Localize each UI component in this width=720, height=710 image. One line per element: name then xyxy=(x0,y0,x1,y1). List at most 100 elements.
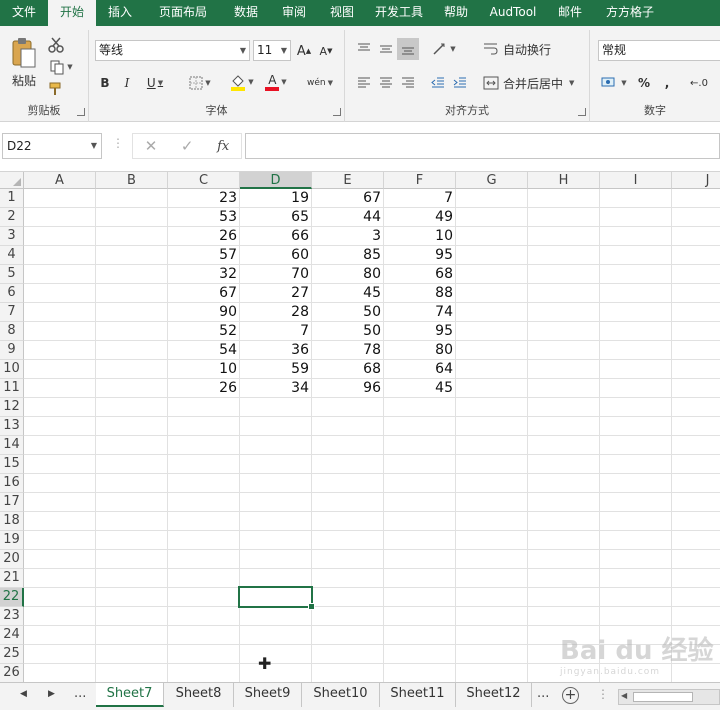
active-cell-selection[interactable] xyxy=(238,586,315,610)
align-left-icon[interactable] xyxy=(355,74,373,92)
tab-split-handle-icon[interactable]: ⋮ xyxy=(597,687,609,701)
row-header-14[interactable]: 14 xyxy=(0,436,24,455)
sheet-tab-sheet11[interactable]: Sheet11 xyxy=(380,683,456,707)
cell-f10[interactable]: 64 xyxy=(384,360,456,379)
cell-e4[interactable]: 85 xyxy=(312,246,384,265)
clipboard-launcher-icon[interactable] xyxy=(77,108,85,116)
cell-f8[interactable]: 95 xyxy=(384,322,456,341)
cell-c3[interactable]: 26 xyxy=(168,227,240,246)
underline-button[interactable]: U ▼ xyxy=(141,74,169,92)
align-right-icon[interactable] xyxy=(399,74,417,92)
row-header-4[interactable]: 4 xyxy=(0,246,24,265)
row-header-10[interactable]: 10 xyxy=(0,360,24,379)
phonetic-guide-button[interactable]: wén ▼ xyxy=(303,72,337,94)
cancel-entry-icon[interactable]: ✕ xyxy=(145,137,158,155)
ribbon-tab-11[interactable]: 方方格子 xyxy=(594,0,666,26)
cell-d2[interactable]: 65 xyxy=(240,208,312,227)
font-color-button[interactable]: A ▼ xyxy=(261,72,291,92)
paste-button[interactable]: 粘贴 xyxy=(6,72,42,88)
bold-button[interactable]: B xyxy=(97,74,113,92)
cell-e5[interactable]: 80 xyxy=(312,265,384,284)
cell-d7[interactable]: 28 xyxy=(240,303,312,322)
copy-icon[interactable]: ▼ xyxy=(46,58,76,76)
row-header-13[interactable]: 13 xyxy=(0,417,24,436)
cell-e6[interactable]: 45 xyxy=(312,284,384,303)
row-header-21[interactable]: 21 xyxy=(0,569,24,588)
ribbon-tab-5[interactable]: 审阅 xyxy=(270,0,318,26)
align-center-icon[interactable] xyxy=(377,74,395,92)
cell-f6[interactable]: 88 xyxy=(384,284,456,303)
ribbon-tab-3[interactable]: 页面布局 xyxy=(144,0,222,26)
grow-font-button[interactable]: A ▲ xyxy=(295,42,313,60)
ribbon-tab-0[interactable]: 文件 xyxy=(0,0,48,26)
cell-c2[interactable]: 53 xyxy=(168,208,240,227)
scroll-left-icon[interactable]: ◀ xyxy=(621,691,627,700)
row-header-16[interactable]: 16 xyxy=(0,474,24,493)
add-sheet-button[interactable]: + xyxy=(562,687,579,704)
shrink-font-button[interactable]: A ▼ xyxy=(317,42,335,60)
align-bottom-icon[interactable] xyxy=(397,38,419,60)
cell-f2[interactable]: 49 xyxy=(384,208,456,227)
cell-f9[interactable]: 80 xyxy=(384,341,456,360)
sheet-tab-sheet7[interactable]: Sheet7 xyxy=(96,683,164,707)
more-tabs-right[interactable]: ... xyxy=(537,686,549,701)
ribbon-tab-9[interactable]: AudTool xyxy=(480,0,546,26)
cell-d9[interactable]: 36 xyxy=(240,341,312,360)
ribbon-tab-7[interactable]: 开发工具 xyxy=(366,0,432,26)
cell-f3[interactable]: 10 xyxy=(384,227,456,246)
row-header-6[interactable]: 6 xyxy=(0,284,24,303)
format-painter-icon[interactable] xyxy=(46,80,66,98)
italic-button[interactable]: I xyxy=(119,74,135,92)
cell-f4[interactable]: 95 xyxy=(384,246,456,265)
cell-f11[interactable]: 45 xyxy=(384,379,456,398)
row-header-24[interactable]: 24 xyxy=(0,626,24,645)
percent-button[interactable]: % xyxy=(636,74,652,92)
number-format-select[interactable]: 常规 xyxy=(598,40,720,61)
comma-button[interactable]: , xyxy=(660,74,674,92)
merge-center-button[interactable]: 合并后居中 ▼ xyxy=(483,74,583,92)
ribbon-tab-2[interactable]: 插入 xyxy=(96,0,144,26)
cell-f1[interactable]: 7 xyxy=(384,189,456,208)
column-header-i[interactable]: I xyxy=(600,172,672,189)
align-middle-icon[interactable] xyxy=(377,40,395,58)
row-header-23[interactable]: 23 xyxy=(0,607,24,626)
cell-c8[interactable]: 52 xyxy=(168,322,240,341)
insert-function-icon[interactable]: fx xyxy=(217,139,229,154)
column-header-h[interactable]: H xyxy=(528,172,600,189)
cell-c4[interactable]: 57 xyxy=(168,246,240,265)
font-name-select[interactable]: 等线 ▼ xyxy=(95,40,250,61)
row-header-12[interactable]: 12 xyxy=(0,398,24,417)
cell-d4[interactable]: 60 xyxy=(240,246,312,265)
row-header-25[interactable]: 25 xyxy=(0,645,24,664)
accounting-format-icon[interactable]: ▼ xyxy=(598,74,630,92)
row-header-3[interactable]: 3 xyxy=(0,227,24,246)
name-box[interactable]: D22 ▼ xyxy=(2,133,102,159)
row-header-26[interactable]: 26 xyxy=(0,664,24,682)
row-header-20[interactable]: 20 xyxy=(0,550,24,569)
cell-e11[interactable]: 96 xyxy=(312,379,384,398)
column-header-c[interactable]: C xyxy=(168,172,240,189)
formula-bar-handle-icon[interactable]: ⋮ xyxy=(112,136,124,150)
cut-icon[interactable] xyxy=(46,36,66,54)
cell-c7[interactable]: 90 xyxy=(168,303,240,322)
row-header-22[interactable]: 22 xyxy=(0,588,24,607)
font-size-select[interactable]: 11 ▼ xyxy=(253,40,291,61)
column-header-e[interactable]: E xyxy=(312,172,384,189)
cell-c1[interactable]: 23 xyxy=(168,189,240,208)
row-header-5[interactable]: 5 xyxy=(0,265,24,284)
increase-decimal-icon[interactable]: ←.0 xyxy=(684,74,714,92)
cell-d3[interactable]: 66 xyxy=(240,227,312,246)
cell-d6[interactable]: 27 xyxy=(240,284,312,303)
cell-e7[interactable]: 50 xyxy=(312,303,384,322)
column-header-g[interactable]: G xyxy=(456,172,528,189)
cell-e10[interactable]: 68 xyxy=(312,360,384,379)
row-header-9[interactable]: 9 xyxy=(0,341,24,360)
cell-e2[interactable]: 44 xyxy=(312,208,384,227)
scroll-tabs-left-icon[interactable]: ◀ xyxy=(20,689,27,699)
more-tabs-left[interactable]: ... xyxy=(74,686,86,701)
row-header-17[interactable]: 17 xyxy=(0,493,24,512)
column-header-j[interactable]: J xyxy=(672,172,720,189)
column-header-b[interactable]: B xyxy=(96,172,168,189)
row-header-8[interactable]: 8 xyxy=(0,322,24,341)
horizontal-scrollbar[interactable]: ◀ xyxy=(618,689,720,705)
